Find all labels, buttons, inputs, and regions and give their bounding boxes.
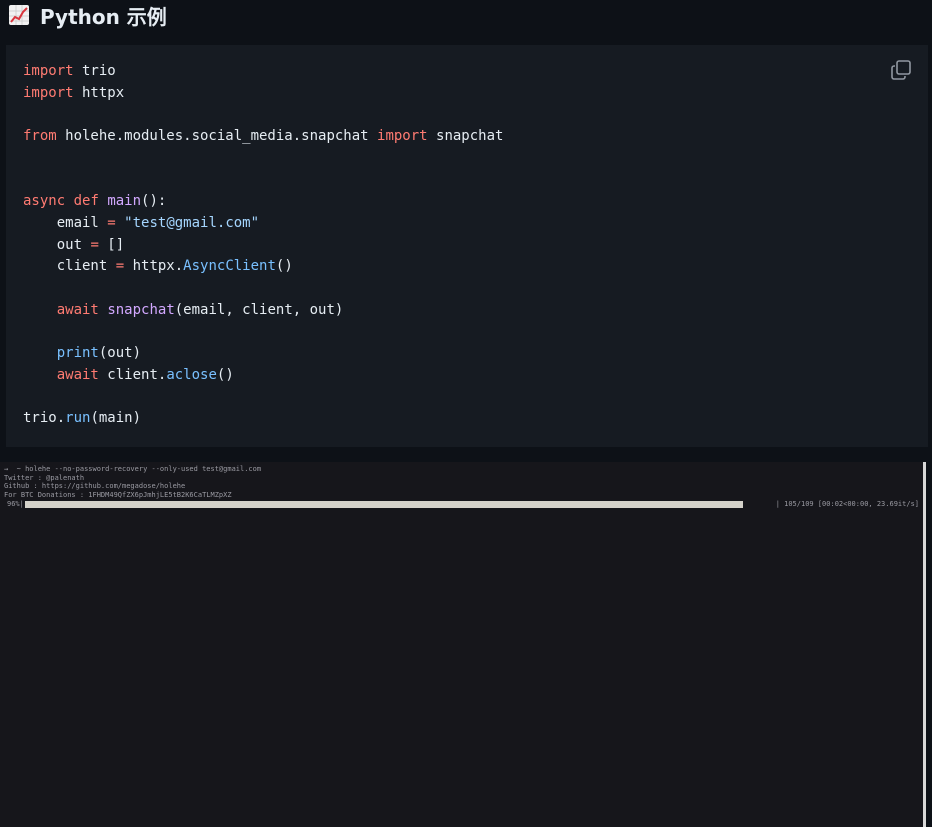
code-token: snapchat	[107, 301, 175, 318]
code-token: import	[23, 63, 74, 79]
code-token: ():	[141, 193, 167, 210]
code-token: "test@gmail.com"	[124, 214, 260, 231]
code-line: import trio	[23, 61, 503, 83]
terminal-line: For BTC Donations : 1FHDM49QfZX6pJmhjLE5…	[4, 490, 232, 499]
code-token: []	[98, 236, 125, 253]
copy-code-button[interactable]	[890, 59, 912, 81]
terminal-line: → ~ holehe --no-password-recovery --only…	[4, 465, 262, 473]
code-line: from holehe.modules.social_media.snapcha…	[23, 126, 503, 148]
code-line: await snapchat(email, client, out)	[23, 300, 503, 322]
code-token: (main)	[90, 410, 142, 427]
code-token: await	[56, 301, 99, 318]
code-line: email = "test@gmail.com"	[23, 213, 503, 235]
terminal-line: Twitter : @palenath	[4, 473, 85, 482]
code-token: AsyncClient	[183, 258, 276, 275]
code-token: holehe.modules.social_media.snapchat	[56, 128, 378, 145]
code-token: await	[56, 366, 99, 383]
code-token: (email, client, out)	[174, 301, 344, 318]
code-token: httpx	[73, 84, 125, 101]
code-token: aclose	[166, 366, 217, 383]
terminal-output: → ~ holehe --no-password-recovery --only…	[4, 465, 261, 499]
terminal-line: Github : https://github.com/megadose/hol…	[4, 482, 186, 490]
copy-icon	[891, 60, 911, 80]
code-token: import	[23, 84, 74, 101]
code-token: client.	[98, 366, 167, 383]
code-line: trio.run(main)	[23, 408, 503, 430]
code-token: async	[23, 193, 66, 210]
code-line: async def main():	[23, 191, 503, 213]
code-token: (out)	[98, 345, 142, 362]
code-token: from	[23, 128, 57, 145]
code-token: httpx.	[124, 258, 184, 275]
code-line: import httpx	[23, 83, 503, 105]
code-line: out = []	[23, 235, 503, 257]
progress-row: 96%| | 105/109 [00:02<00:00, 23.69it/s]	[7, 500, 919, 509]
code-token: =	[90, 236, 99, 253]
code-block: import trio import httpx from holehe.modu…	[6, 45, 928, 447]
code-token: def	[73, 193, 99, 210]
code-token: main	[107, 193, 142, 210]
code-token: ()	[216, 366, 234, 383]
code-token: email	[23, 214, 108, 231]
section-heading-text: Python 示例	[40, 4, 167, 29]
code-token: import	[377, 128, 428, 145]
terminal-scrollbar[interactable]	[923, 462, 926, 827]
code-token: =	[107, 214, 116, 231]
code-token: run	[65, 410, 91, 427]
section-heading: Python 示例	[8, 0, 167, 30]
code-token: print	[56, 345, 99, 362]
chart-increasing-icon	[8, 4, 30, 26]
progress-stats: | 105/109 [00:02<00:00, 23.69it/s]	[775, 500, 919, 508]
code-line: print(out)	[23, 343, 503, 365]
code-content: import trio import httpx from holehe.modu…	[23, 61, 503, 430]
terminal-screenshot: → ~ holehe --no-password-recovery --only…	[0, 462, 926, 827]
code-token: snapchat	[427, 128, 504, 145]
code-token: trio	[73, 63, 116, 79]
progress-bar-fill	[25, 501, 744, 508]
code-line: await client.aclose()	[23, 365, 503, 387]
code-token: client	[23, 258, 116, 275]
code-token: =	[115, 258, 125, 275]
progress-percent: 96%|	[7, 500, 24, 508]
code-line: client = httpx.AsyncClient()	[23, 256, 503, 278]
code-token: trio.	[23, 410, 66, 427]
code-token: out	[23, 236, 91, 253]
progress-bar	[25, 501, 773, 508]
code-token: ()	[275, 258, 293, 275]
